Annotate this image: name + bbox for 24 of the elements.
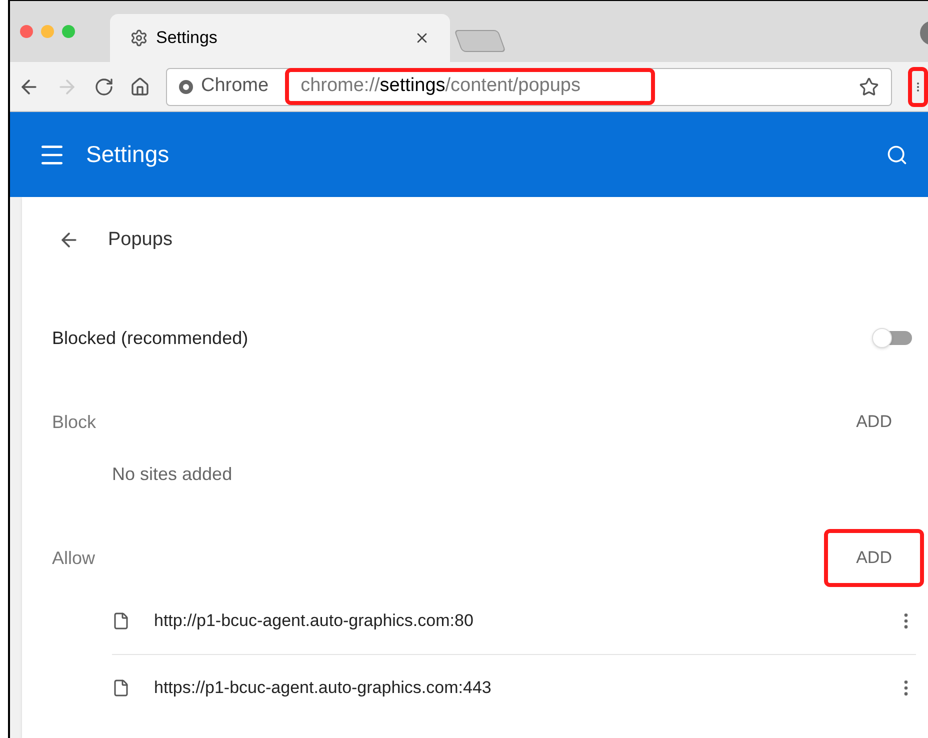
site-url: https://p1-bcuc-agent.auto-graphics.com:443 [154, 677, 492, 700]
page-title: Popups [108, 228, 172, 252]
add-button[interactable]: ADD [824, 529, 924, 587]
reload-icon[interactable] [94, 76, 114, 96]
bookmark-star-icon[interactable] [859, 76, 879, 96]
page-icon [112, 612, 130, 630]
browser-tab[interactable]: Settings [110, 14, 450, 62]
add-button[interactable]: ADD [824, 393, 924, 451]
search-icon[interactable] [886, 144, 908, 166]
tab-title: Settings [156, 27, 218, 50]
toggle-label: Blocked (recommended) [52, 326, 250, 350]
section-title: Allow [52, 546, 96, 570]
section-title: Block [52, 410, 98, 434]
chrome-logo-icon [179, 80, 193, 94]
gear-icon [130, 29, 148, 47]
site-url: http://p1-bcuc-agent.auto-graphics.com:80 [154, 610, 474, 632]
site-label: Chrome [201, 74, 269, 98]
menu-button[interactable] [908, 66, 928, 106]
url-text: chrome://settings/content/popups [284, 68, 655, 105]
address-bar[interactable]: Chrome chrome://settings/content/popups [166, 68, 892, 106]
empty-message: No sites added [112, 463, 232, 486]
header-title: Settings [86, 140, 170, 170]
home-icon[interactable] [130, 76, 150, 96]
page-icon [112, 679, 130, 697]
